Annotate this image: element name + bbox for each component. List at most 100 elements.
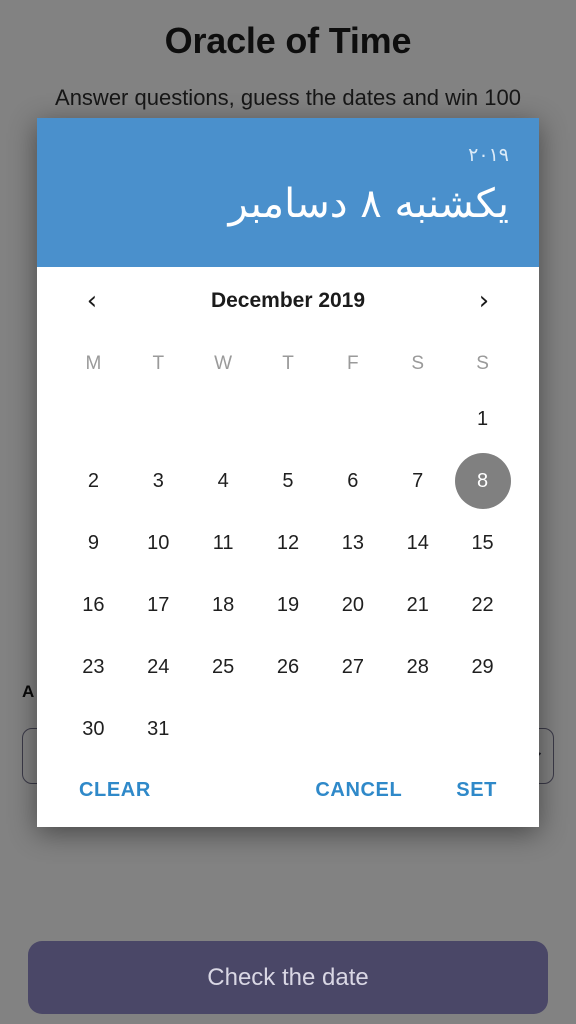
calendar-day-label bbox=[65, 391, 121, 447]
calendar-day[interactable]: 10 bbox=[126, 515, 191, 571]
calendar-day[interactable]: 13 bbox=[320, 515, 385, 571]
calendar-day-label: 13 bbox=[341, 531, 364, 554]
calendar-day-label: 14 bbox=[406, 531, 429, 554]
calendar-day-label: 12 bbox=[276, 531, 300, 554]
calendar-day-label bbox=[195, 701, 251, 757]
calendar-day[interactable]: 7 bbox=[385, 453, 450, 509]
calendar-day[interactable]: 18 bbox=[191, 577, 256, 633]
calendar-day[interactable]: 11 bbox=[191, 515, 256, 571]
calendar-day-empty bbox=[320, 391, 385, 447]
calendar-day[interactable]: 21 bbox=[385, 577, 450, 633]
calendar-day[interactable]: 27 bbox=[320, 639, 385, 695]
calendar-day-label: 1 bbox=[477, 407, 489, 430]
calendar-week-row: 30 31 bbox=[61, 701, 515, 757]
weekday-header-row: M T W T F S S bbox=[61, 343, 515, 385]
set-button[interactable]: SET bbox=[452, 771, 501, 810]
calendar-day-label: 17 bbox=[147, 593, 170, 616]
calendar-day-label: 6 bbox=[347, 469, 359, 492]
header-year[interactable]: ۲۰۱۹ bbox=[67, 144, 509, 166]
calendar-day[interactable]: 3 bbox=[126, 453, 191, 509]
calendar-day-label: 8 bbox=[454, 453, 511, 509]
calendar-day[interactable]: 6 bbox=[320, 453, 385, 509]
calendar-week-row: 1 bbox=[61, 391, 515, 447]
calendar-day[interactable]: 2 bbox=[61, 453, 126, 509]
calendar-day[interactable]: 12 bbox=[256, 515, 321, 571]
calendar-day-label: 11 bbox=[212, 531, 234, 554]
calendar-day-label: 29 bbox=[471, 655, 494, 678]
month-navigation: ‹ December 2019 › bbox=[61, 267, 515, 335]
calendar-day[interactable]: 25 bbox=[191, 639, 256, 695]
calendar-day[interactable]: 17 bbox=[126, 577, 191, 633]
calendar-day-label bbox=[260, 701, 316, 757]
calendar-day[interactable]: 19 bbox=[256, 577, 321, 633]
calendar-day-label bbox=[390, 701, 446, 757]
calendar-day-label bbox=[325, 391, 381, 447]
calendar-day-empty bbox=[191, 391, 256, 447]
calendar-day[interactable]: 24 bbox=[126, 639, 191, 695]
calendar-day[interactable]: 1 bbox=[450, 391, 515, 447]
calendar-day-label: 24 bbox=[147, 655, 170, 678]
weekday-label: T bbox=[282, 353, 294, 374]
calendar-day-label bbox=[390, 391, 446, 447]
calendar-day-label bbox=[260, 391, 316, 447]
weekday-label: T bbox=[152, 353, 165, 374]
calendar-day[interactable]: 5 bbox=[256, 453, 321, 509]
calendar-day[interactable]: 14 bbox=[385, 515, 450, 571]
calendar-day[interactable]: 9 bbox=[61, 515, 126, 571]
calendar-day-label: 28 bbox=[406, 655, 429, 678]
calendar-day-label: 23 bbox=[82, 655, 105, 678]
weekday-label: S bbox=[476, 353, 489, 374]
calendar-day[interactable]: 20 bbox=[320, 577, 385, 633]
calendar-day-label: 2 bbox=[87, 469, 99, 492]
calendar-day[interactable]: 28 bbox=[385, 639, 450, 695]
calendar-day-label: 19 bbox=[276, 593, 300, 616]
calendar-day-label: 7 bbox=[412, 469, 424, 492]
chevron-right-icon[interactable]: › bbox=[467, 284, 501, 318]
calendar-day-empty bbox=[126, 391, 191, 447]
calendar-day-label: 31 bbox=[147, 717, 170, 740]
header-selected-date[interactable]: یکشنبه ۸ دسامبر bbox=[67, 178, 510, 230]
calendar-day-selected[interactable]: 8 bbox=[450, 453, 515, 509]
calendar-day[interactable]: 31 bbox=[126, 701, 191, 757]
calendar-day-label: 5 bbox=[282, 469, 294, 492]
weekday-label: M bbox=[85, 353, 102, 374]
calendar-day-empty bbox=[191, 701, 256, 757]
calendar-day[interactable]: 30 bbox=[61, 701, 126, 757]
calendar-day[interactable]: 15 bbox=[450, 515, 515, 571]
weekday-label: S bbox=[411, 353, 425, 374]
calendar-day[interactable]: 26 bbox=[256, 639, 321, 695]
calendar-day-label: 21 bbox=[406, 593, 429, 616]
calendar-day[interactable]: 23 bbox=[61, 639, 126, 695]
calendar-day-label: 10 bbox=[147, 531, 170, 554]
calendar-day-label: 16 bbox=[82, 593, 105, 616]
calendar-week-row: 2 3 4 5 6 7 8 bbox=[61, 453, 515, 509]
clear-button[interactable]: CLEAR bbox=[75, 771, 155, 810]
calendar-day-label: 15 bbox=[471, 531, 494, 554]
date-picker-header: ۲۰۱۹ یکشنبه ۸ دسامبر bbox=[37, 118, 539, 267]
cancel-button[interactable]: CANCEL bbox=[311, 771, 406, 810]
calendar-week-row: 23 24 25 26 27 28 29 bbox=[61, 639, 515, 695]
chevron-left-icon[interactable]: ‹ bbox=[75, 284, 109, 318]
calendar-day[interactable]: 29 bbox=[450, 639, 515, 695]
calendar-day-label bbox=[195, 391, 251, 447]
calendar-day-label: 26 bbox=[276, 655, 300, 678]
date-picker-actions: CLEAR CANCEL SET bbox=[37, 757, 539, 841]
calendar-day[interactable]: 4 bbox=[191, 453, 256, 509]
calendar-day-label: 30 bbox=[82, 717, 105, 740]
calendar-day-label: 27 bbox=[341, 655, 364, 678]
calendar-day-empty bbox=[385, 391, 450, 447]
calendar-day-label bbox=[325, 701, 381, 757]
calendar-day[interactable]: 16 bbox=[61, 577, 126, 633]
calendar-day-empty bbox=[256, 391, 321, 447]
calendar-day-label: 18 bbox=[212, 593, 235, 616]
calendar-day-label bbox=[130, 391, 186, 447]
weekday-label: W bbox=[214, 353, 233, 374]
check-the-date-button[interactable]: Check the date bbox=[28, 941, 548, 1014]
calendar-day-label: 25 bbox=[212, 655, 235, 678]
date-picker-body: ‹ December 2019 › M T W T F S S 12345678… bbox=[37, 267, 539, 757]
calendar-day[interactable]: 22 bbox=[450, 577, 515, 633]
calendar-day-empty bbox=[256, 701, 321, 757]
calendar-day-label: 22 bbox=[471, 593, 494, 616]
calendar-grid: 1 2 3 4 5 6 7 8 9 10 11 12 13 14 15 16 17 18 19 20 21 22 23 24 2… bbox=[61, 391, 515, 757]
calendar-day-label: 20 bbox=[341, 593, 364, 616]
